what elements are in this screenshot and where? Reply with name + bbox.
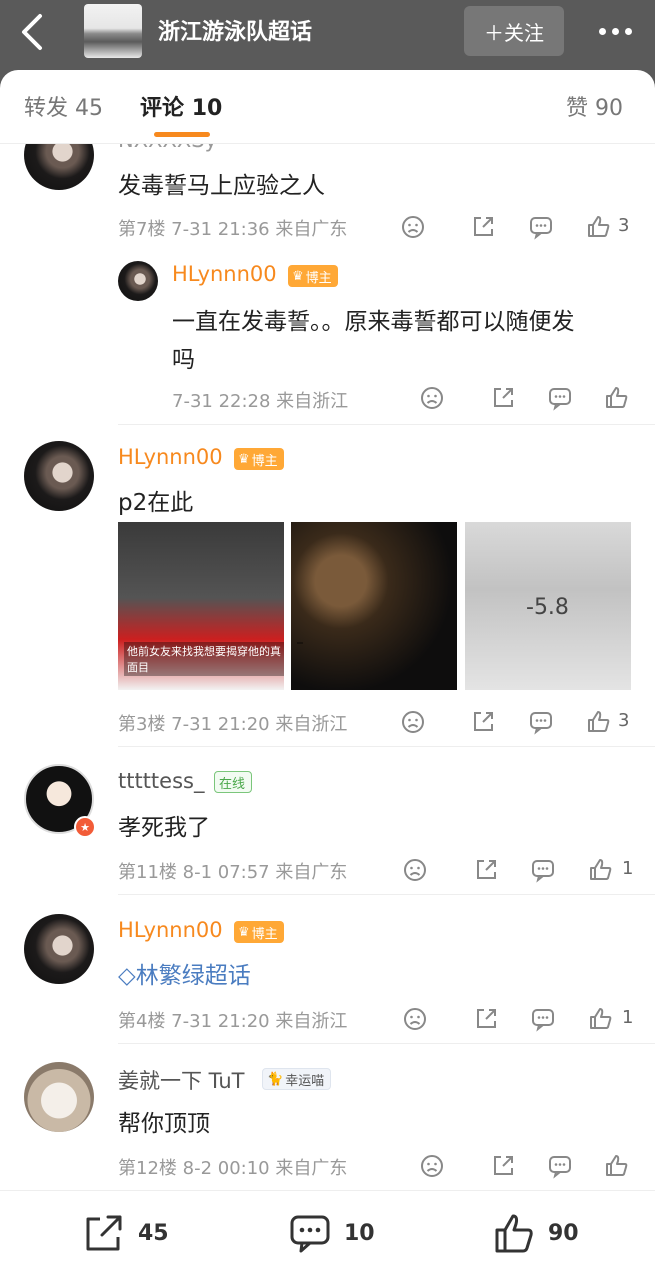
reply-icon[interactable] [528,214,554,240]
like-count: 1 [622,1007,634,1028]
repost-icon [86,1215,122,1251]
blogger-badge: ♛ 博主 [234,448,284,470]
comment-list: NXXXXSy 发毒誓马上应验之人 第7楼 7-31 21:36 来自广东 3 … [0,144,655,1194]
comment-text: 孝死我了 [118,815,210,841]
crown-icon: ♛ [292,268,304,284]
comment-text: 帮你顶顶 [118,1111,210,1137]
share-icon[interactable] [470,709,496,735]
comment-image[interactable]: -5.8 [465,522,631,690]
image-caption: -5.8 [526,595,569,620]
comment-text: 发毒誓马上应验之人 [118,173,325,199]
like-total: 90 [548,1220,579,1246]
back-button[interactable] [14,10,54,54]
comment-text: p2在此 [118,490,194,516]
crown-icon: ♛ [238,451,250,467]
vip-badge-icon: ★ [74,816,96,838]
like-count: 1 [622,858,634,879]
share-icon[interactable] [470,214,496,240]
thumbs-up-icon [495,1214,533,1253]
username[interactable]: HLynnn00 [118,918,223,942]
page-title[interactable]: 浙江游泳队超话 [158,14,312,46]
crown-icon: ♛ [238,924,250,940]
username[interactable]: tttttess_ [118,769,204,793]
comment-image[interactable] [291,522,457,690]
topic-link[interactable]: ◇林繁绿超话 [118,956,251,990]
lucky-badge: 🐈 幸运喵 [262,1068,332,1090]
tab-comments[interactable]: 评论 10 [140,90,222,122]
comment-meta: 第7楼 7-31 21:36 来自广东 [118,219,348,240]
tab-likes[interactable]: 赞 90 [566,90,623,122]
reply-text-cont: 吗 [172,347,195,373]
reply-meta: 7-31 22:28 来自浙江 [172,391,349,412]
bottom-action-bar: 45 10 90 [0,1190,655,1280]
chevron-left-icon [22,14,42,50]
cat-icon: 🐈 [267,1071,284,1087]
share-icon[interactable] [490,385,516,411]
image-caption: 他前女友来找我想要揭穿他的真面目 [124,642,284,676]
comment-icon [290,1215,330,1253]
avatar[interactable] [24,144,94,190]
diamond-icon: ◇ [118,963,136,989]
like-count: 3 [618,710,630,731]
comment-button[interactable]: 10 [288,1211,375,1255]
follow-button[interactable]: ＋关注 [464,6,564,56]
divider [118,894,655,895]
divider [118,424,655,425]
more-dots-icon[interactable] [590,14,640,48]
active-tab-indicator [154,132,210,137]
share-icon[interactable] [473,1006,499,1032]
reply-icon[interactable] [530,857,556,883]
like-count: 3 [618,215,630,236]
reply-icon[interactable] [530,1006,556,1032]
dislike-icon[interactable] [402,1006,428,1032]
username[interactable]: HLynnn00 [118,445,223,469]
like-icon[interactable] [586,709,612,735]
online-badge: 在线 [214,771,253,793]
like-icon[interactable] [586,214,612,240]
comment-image[interactable]: 他前女友来找我想要揭穿他的真面目 [118,522,284,690]
like-icon[interactable] [588,857,614,883]
reply-text: 一直在发毒誓。。原来毒誓都可以随便发 [172,309,575,335]
dislike-icon[interactable] [402,857,428,883]
comment-meta: 第11楼 8-1 07:57 来自广东 [118,862,348,883]
reply-icon[interactable] [547,385,573,411]
comment-meta: 第4楼 7-31 21:20 来自浙江 [118,1011,348,1032]
tab-reposts[interactable]: 转发 45 [24,90,103,122]
divider [118,1043,655,1044]
username[interactable]: 姜就一下 TuT [118,1065,244,1095]
tab-bar: 转发 45 评论 10 赞 90 [0,70,655,144]
repost-count: 45 [138,1220,169,1246]
reply-icon[interactable] [528,709,554,735]
dislike-icon[interactable] [419,385,445,411]
avatar[interactable] [24,914,94,984]
avatar[interactable] [24,1062,94,1132]
reply-icon[interactable] [547,1153,573,1179]
comment-sheet: 转发 45 评论 10 赞 90 NXXXXSy 发毒誓马上应验之人 第7楼 7… [0,70,655,1280]
dislike-icon[interactable] [400,709,426,735]
comment-count: 10 [344,1220,375,1246]
comment-meta: 第3楼 7-31 21:20 来自浙江 [118,714,348,735]
topic-thumbnail[interactable] [84,4,142,58]
share-icon[interactable] [490,1153,516,1179]
blogger-badge: ♛ 博主 [234,921,284,943]
comment-meta: 第12楼 8-2 00:10 来自广东 [118,1158,348,1179]
image-grid: 他前女友来找我想要揭穿他的真面目 -5.8 [118,522,632,690]
like-icon[interactable] [588,1006,614,1032]
repost-button[interactable]: 45 [82,1211,169,1255]
dislike-icon[interactable] [400,214,426,240]
avatar[interactable] [24,441,94,511]
avatar[interactable] [118,261,158,301]
blogger-badge: ♛ 博主 [288,265,338,287]
username[interactable]: HLynnn00 [172,262,277,286]
dislike-icon[interactable] [419,1153,445,1179]
image-caption [297,642,303,644]
like-button[interactable]: 90 [492,1211,579,1255]
like-icon[interactable] [604,385,630,411]
share-icon[interactable] [473,857,499,883]
divider [118,746,655,747]
like-icon[interactable] [604,1153,630,1179]
username[interactable]: NXXXXSy [118,144,217,152]
